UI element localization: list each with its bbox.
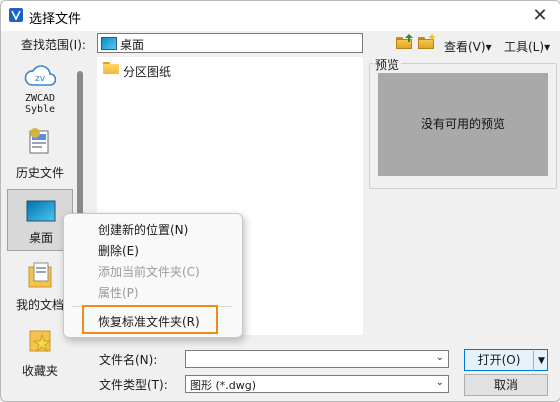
filename-input[interactable]: ⌄ (185, 350, 449, 368)
chevron-down-icon: ▾ (485, 40, 492, 54)
chevron-down-icon: ▾ (544, 40, 551, 54)
open-button-label: 打开(O) (477, 353, 521, 367)
filetype-label: 文件类型(T): (99, 378, 168, 392)
menu-item-properties: 属性(P) (98, 286, 139, 300)
place-label: 历史文件 (15, 166, 64, 180)
view-menu-label: 查看(V) (444, 40, 486, 54)
chevron-down-icon[interactable]: ⌄ (436, 377, 444, 388)
tools-menu[interactable]: 工具(L)▾ (504, 38, 550, 55)
zwcad-cloud-icon: zv (24, 65, 56, 86)
close-button[interactable]: ✕ (520, 1, 560, 31)
zwcad-app-icon (9, 8, 23, 22)
cancel-button[interactable]: 取消 (464, 374, 548, 396)
menu-item-add-current-folder: 添加当前文件夹(C) (98, 265, 200, 279)
desktop-icon (26, 200, 56, 222)
place-label: 收藏夹 (21, 364, 58, 378)
filetype-value: 图形 (*.dwg) (190, 379, 257, 392)
preview-label: 预览 (373, 56, 402, 73)
menu-item-delete[interactable]: 删除(E) (98, 242, 139, 259)
svg-text:zv: zv (35, 74, 46, 84)
filetype-select[interactable]: 图形 (*.dwg) ⌄ (185, 375, 449, 393)
file-name: 分区图纸 (123, 65, 172, 79)
history-files-icon (29, 128, 49, 154)
up-folder-icon[interactable] (396, 34, 413, 49)
my-documents-icon (28, 262, 52, 288)
menu-item-create-location[interactable]: 创建新的位置(N) (98, 221, 188, 238)
tools-menu-label: 工具(L) (504, 40, 545, 54)
place-zwcad-syble[interactable]: zv ZWCAD Syble (7, 57, 73, 119)
filename-label: 文件名(N): (99, 353, 158, 367)
look-in-value: 桌面 (120, 38, 145, 52)
file-dialog: 选择文件 ✕ 查找范围(I): 桌面 查看(V)▾ 工具(L)▾ zv ZWCA… (0, 0, 560, 402)
preview-empty-text: 没有可用的预览 (420, 117, 505, 131)
new-folder-icon[interactable] (418, 33, 436, 49)
open-dropdown-arrow[interactable]: ▼ (533, 351, 549, 371)
folder-icon (103, 62, 119, 74)
place-label: ZWCAD Syble (24, 93, 56, 115)
view-menu[interactable]: 查看(V)▾ (444, 38, 492, 55)
preview-area: 没有可用的预览 (378, 73, 548, 176)
look-in-label: 查找范围(I): (21, 38, 86, 52)
title-bar: 选择文件 ✕ (1, 1, 560, 31)
look-in-combo[interactable]: 桌面 (97, 33, 363, 53)
window-title: 选择文件 (29, 12, 82, 27)
chevron-down-icon[interactable]: ⌄ (436, 352, 444, 363)
desktop-small-icon (101, 37, 117, 50)
place-history-files[interactable]: 历史文件 (7, 123, 73, 185)
favorites-icon (29, 330, 52, 353)
highlight-annotation (82, 305, 218, 334)
